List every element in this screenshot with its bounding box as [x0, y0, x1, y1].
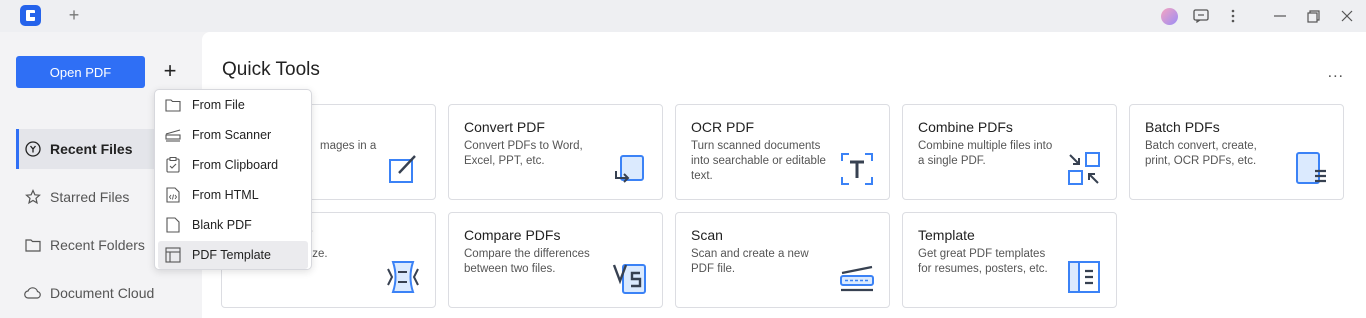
app-logo-icon[interactable]: [20, 5, 41, 26]
compress-icon: [387, 261, 419, 293]
combine-icon: [1068, 152, 1100, 185]
card-title: Template: [918, 227, 975, 243]
avatar-icon: [1160, 7, 1178, 25]
batch-icon: [1296, 152, 1326, 184]
edit-icon: [389, 155, 416, 183]
menu-item-label: PDF Template: [192, 248, 271, 262]
page-title: Quick Tools: [222, 59, 320, 80]
tool-card-convert-pdf[interactable]: Convert PDF Convert PDFs to Word, Excel,…: [448, 104, 663, 200]
menu-item-pdf-template[interactable]: PDF Template: [158, 241, 308, 269]
card-title: Scan: [691, 227, 723, 243]
kebab-menu-icon[interactable]: [1223, 6, 1243, 26]
card-desc: Batch convert, create, print, OCR PDFs, …: [1145, 140, 1257, 167]
card-title: OCR PDF: [691, 119, 754, 135]
sidebar-item-label: Recent Files: [50, 141, 133, 157]
tool-card-scan[interactable]: Scan Scan and create a new PDF file.: [675, 212, 890, 308]
tool-card-batch-pdfs[interactable]: Batch PDFs Batch convert, create, print,…: [1129, 104, 1344, 200]
tool-card-combine-pdfs[interactable]: Combine PDFs Combine multiple files into…: [902, 104, 1117, 200]
sidebar-item-document-cloud[interactable]: Document Cloud: [16, 273, 202, 313]
card-title: Convert PDF: [464, 119, 545, 135]
sidebar-item-label: Document Cloud: [50, 285, 155, 301]
card-title: Batch PDFs: [1145, 119, 1220, 135]
menu-item-blank-pdf[interactable]: Blank PDF: [158, 211, 308, 239]
card-desc: Convert PDFs to Word, Excel, PPT, etc.: [464, 140, 583, 167]
menu-item-from-scanner[interactable]: From Scanner: [158, 121, 308, 149]
message-icon[interactable]: [1191, 6, 1211, 26]
star-icon: [24, 188, 42, 206]
main-panel: Quick Tools ... mages in a Convert PDF C…: [202, 32, 1366, 318]
create-plus-button[interactable]: +: [155, 56, 185, 88]
sidebar-item-label: Starred Files: [50, 189, 130, 205]
sidebar-item-label: Recent Folders: [50, 237, 145, 253]
card-desc: Turn scanned documents into searchable o…: [691, 140, 826, 182]
scanner-icon: [840, 265, 874, 292]
html-icon: [164, 186, 182, 204]
convert-icon: [615, 155, 644, 183]
card-title: Compare PDFs: [464, 227, 561, 243]
menu-item-from-html[interactable]: From HTML: [158, 181, 308, 209]
menu-item-label: Blank PDF: [192, 218, 252, 232]
template-icon: [1068, 261, 1100, 293]
title-bar: +: [0, 0, 1366, 32]
file-icon: [164, 96, 182, 114]
tool-card-compare-pdfs[interactable]: Compare PDFs Compare the differences bet…: [448, 212, 663, 308]
folder-icon: [24, 236, 42, 254]
tool-card-ocr-pdf[interactable]: OCR PDF Turn scanned documents into sear…: [675, 104, 890, 200]
cloud-icon: [24, 284, 42, 302]
card-desc: Scan and create a new PDF file.: [691, 248, 809, 275]
ocr-icon: [841, 153, 873, 185]
card-desc: Get great PDF templates for resumes, pos…: [918, 248, 1048, 275]
card-desc: Compare the differences between two file…: [464, 248, 590, 275]
blank-page-icon: [164, 216, 182, 234]
menu-item-from-file[interactable]: From File: [158, 91, 308, 119]
menu-item-label: From Clipboard: [192, 158, 279, 172]
user-avatar[interactable]: [1159, 6, 1179, 26]
tool-card-template[interactable]: Template Get great PDF templates for res…: [902, 212, 1117, 308]
menu-item-from-clipboard[interactable]: From Clipboard: [158, 151, 308, 179]
recent-icon: [24, 140, 42, 158]
card-desc: Combine multiple files into a single PDF…: [918, 140, 1053, 167]
scanner-icon: [164, 126, 182, 144]
create-dropdown-menu: From File From Scanner From Clipboard Fr…: [154, 89, 312, 270]
close-icon[interactable]: [1337, 6, 1357, 26]
restore-icon[interactable]: [1303, 6, 1323, 26]
menu-item-label: From Scanner: [192, 128, 272, 142]
more-options-icon[interactable]: ...: [1328, 64, 1344, 82]
clipboard-icon: [164, 156, 182, 174]
open-pdf-button[interactable]: Open PDF: [16, 56, 145, 88]
compare-icon: [612, 264, 646, 294]
template-icon: [164, 246, 182, 264]
menu-item-label: From HTML: [192, 188, 259, 202]
new-tab-button[interactable]: +: [64, 5, 84, 25]
menu-item-label: From File: [192, 98, 245, 112]
card-title: Combine PDFs: [918, 119, 1013, 135]
minimize-icon[interactable]: [1270, 6, 1290, 26]
